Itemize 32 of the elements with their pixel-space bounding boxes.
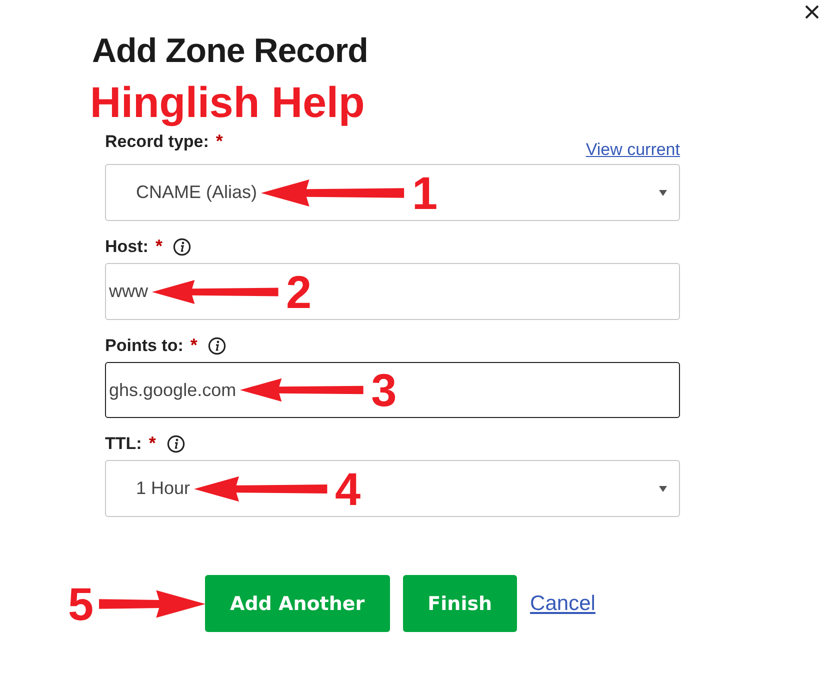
- close-icon: [805, 5, 819, 19]
- field-label: Record type:: [105, 132, 209, 152]
- field-label: TTL:: [105, 434, 142, 454]
- caret-icon: [659, 190, 667, 196]
- field-value: CNAME (Alias): [136, 182, 258, 203]
- input-field[interactable]: www 2: [105, 263, 680, 320]
- field-value: ghs.google.com: [109, 380, 236, 400]
- info-icon: [173, 238, 192, 256]
- info-icon: [208, 336, 226, 354]
- annotation-number: 2: [286, 268, 312, 314]
- annotation-number: 3: [371, 367, 397, 413]
- info-icon: [166, 434, 185, 452]
- required-asterisk: *: [155, 236, 162, 257]
- dropdown-field[interactable]: CNAME (Alias) 1: [105, 164, 680, 221]
- dropdown-field[interactable]: 1 Hour 4: [105, 460, 680, 517]
- field-label: Points to:: [105, 336, 184, 356]
- field-value: 1 Hour: [136, 478, 190, 499]
- close-button[interactable]: [803, 3, 821, 21]
- cancel-link[interactable]: Cancel: [530, 592, 596, 616]
- input-field[interactable]: ghs.google.com 3: [105, 362, 680, 418]
- annotation-number: 5: [68, 580, 94, 626]
- field-value: www: [109, 281, 148, 302]
- annotation-number: 1: [412, 170, 438, 216]
- caret-icon: [659, 486, 667, 492]
- required-asterisk: *: [216, 131, 223, 152]
- field-label: Host:: [105, 236, 148, 256]
- dialog-title: Add Zone Record: [92, 31, 369, 72]
- required-asterisk: *: [148, 433, 156, 454]
- annotation-number: 4: [335, 466, 361, 512]
- view-current-link[interactable]: View current: [586, 140, 680, 164]
- required-asterisk: *: [190, 335, 198, 356]
- overlay-caption: Hinglish Help: [90, 78, 366, 128]
